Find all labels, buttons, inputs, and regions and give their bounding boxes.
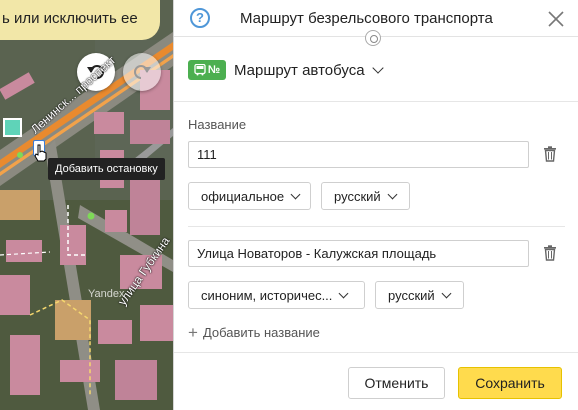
name-input-2[interactable]: Улица Новаторов - Калужская площадь (188, 240, 529, 267)
name-language-select-1[interactable]: русский (321, 182, 410, 210)
chevron-down-icon (371, 62, 384, 74)
redo-icon (134, 65, 151, 79)
cancel-button[interactable]: Отменить (348, 367, 445, 399)
close-icon[interactable] (548, 11, 564, 27)
chevron-down-icon (441, 288, 452, 298)
chevron-down-icon (387, 189, 398, 199)
plus-icon: + (188, 323, 198, 342)
divider (188, 226, 565, 227)
chevron-down-icon (290, 189, 301, 199)
name-type-value: официальное (201, 188, 285, 204)
chevron-down-icon (338, 288, 349, 298)
help-icon[interactable]: ? (190, 8, 210, 28)
name-input-1[interactable]: 111 (188, 141, 529, 168)
route-number-sign: № (207, 64, 221, 76)
save-button[interactable]: Сохранить (458, 367, 562, 399)
hand-cursor-icon (34, 144, 47, 162)
trash-icon[interactable] (543, 146, 557, 162)
trash-icon[interactable] (543, 245, 557, 261)
panel-footer: Отменить Сохранить (174, 352, 578, 410)
bus-badge: № (188, 60, 226, 80)
name-language-value: русский (334, 188, 381, 204)
add-stop-tooltip: Добавить остановку (48, 158, 165, 180)
name-type-value: синоним, историчес... (201, 287, 333, 303)
add-name-link[interactable]: + Добавить название (188, 323, 320, 342)
names-label: Название (188, 117, 247, 132)
divider (174, 101, 578, 102)
stop-marker[interactable] (3, 118, 22, 137)
route-editor-panel: ? Маршрут безрельсового транспорта № Мар… (173, 0, 578, 410)
route-type-label: Маршрут автобуса (234, 61, 365, 79)
route-type-selector[interactable]: № Маршрут автобуса (188, 60, 384, 80)
add-name-label: Добавить название (202, 325, 320, 340)
map-view[interactable]: ь или исключить ее Ленинск... проспект у… (0, 0, 173, 410)
drag-handle-icon[interactable] (365, 30, 381, 46)
redo-button[interactable] (123, 53, 161, 91)
panel-title: Маршрут безрельсового транспорта (240, 10, 493, 27)
map-hint-banner: ь или исключить ее (0, 0, 160, 40)
map-logo: Yandex (88, 288, 125, 300)
bus-icon (194, 64, 206, 76)
name-type-select-1[interactable]: официальное (188, 182, 311, 210)
name-language-value: русский (388, 287, 435, 303)
name-type-select-2[interactable]: синоним, историчес... (188, 281, 365, 309)
name-language-select-2[interactable]: русский (375, 281, 464, 309)
